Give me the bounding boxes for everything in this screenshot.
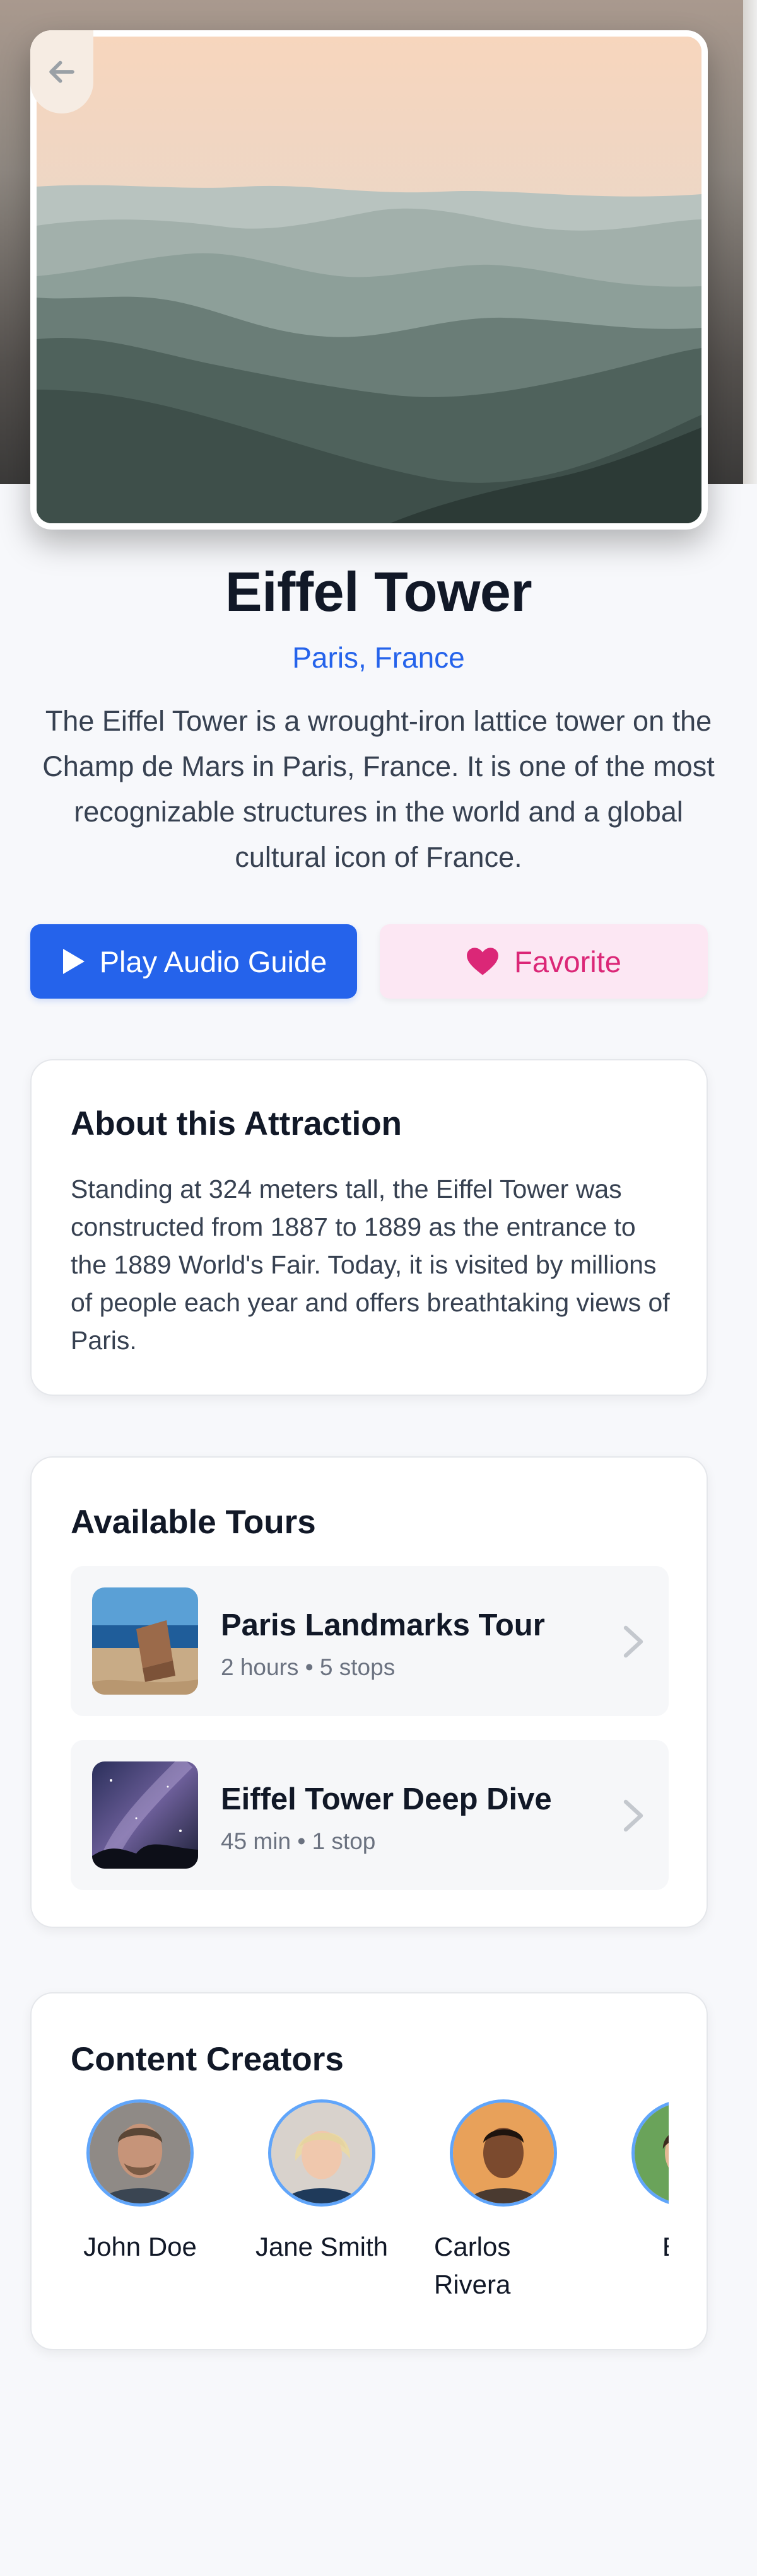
hero-image: [30, 30, 708, 530]
creator-name: Jane Smith: [255, 2232, 389, 2261]
tours-heading: Available Tours: [71, 1504, 316, 1541]
play-audio-guide-button[interactable]: Play Audio Guide: [30, 924, 357, 999]
creator-emi[interactable]: Emi: [616, 2099, 669, 2266]
back-button[interactable]: [30, 30, 93, 113]
chevron-right-icon: [623, 1625, 643, 1658]
tour-title: Eiffel Tower Deep Dive: [221, 1782, 552, 1816]
tour-title: Paris Landmarks Tour: [221, 1608, 545, 1642]
night-sky-image: [92, 1761, 198, 1869]
person-photo: [271, 2103, 372, 2203]
about-body: Standing at 324 meters tall, the Eiffel …: [71, 1175, 670, 1355]
tour-item-eiffel-deep-dive[interactable]: Eiffel Tower Deep Dive 45 min • 1 stop: [71, 1740, 669, 1890]
person-photo: [90, 2103, 191, 2203]
beach-chair-image: [92, 1587, 198, 1695]
tours-card: Available Tours Paris Landmarks Tour 2 h…: [30, 1456, 708, 1928]
creator-carlos-rivera[interactable]: Carlos Rivera: [434, 2099, 573, 2304]
about-heading: About this Attraction: [71, 1105, 402, 1142]
creators-card: Content Creators John Doe Jane Smith Car…: [30, 1992, 708, 2350]
favorite-button[interactable]: Favorite: [380, 924, 708, 999]
play-icon: [62, 949, 85, 974]
person-photo: [635, 2103, 669, 2203]
avatar: [86, 2099, 194, 2207]
tour-thumbnail: [92, 1761, 198, 1869]
avatar: [631, 2099, 669, 2207]
creators-scroller[interactable]: John Doe Jane Smith Carlos Rivera: [71, 1993, 669, 2349]
tour-meta: 45 min • 1 stop: [221, 1828, 376, 1854]
attraction-title: Eiffel Tower: [225, 560, 532, 623]
heart-icon: [467, 948, 499, 975]
arrow-left-icon: [49, 61, 74, 83]
about-card: About this Attraction Standing at 324 me…: [30, 1059, 708, 1396]
play-audio-guide-label: Play Audio Guide: [99, 944, 327, 978]
attraction-location: Paris, France: [292, 641, 465, 674]
attraction-description: The Eiffel Tower is a wrought-iron latti…: [42, 705, 715, 873]
mountain-landscape-image: [37, 37, 701, 523]
avatar: [268, 2099, 375, 2207]
tour-meta: 2 hours • 5 stops: [221, 1654, 396, 1680]
favorite-label: Favorite: [514, 944, 621, 978]
creator-jane-smith[interactable]: Jane Smith: [252, 2099, 391, 2266]
tour-thumbnail: [92, 1587, 198, 1695]
creator-name: John Doe: [83, 2232, 197, 2261]
creator-name: Carlos Rivera: [434, 2232, 511, 2299]
creator-name: Emi: [616, 2228, 669, 2266]
action-buttons: Play Audio Guide Favorite: [30, 924, 708, 999]
tour-item-paris-landmarks[interactable]: Paris Landmarks Tour 2 hours • 5 stops: [71, 1566, 669, 1716]
creator-john-doe[interactable]: John Doe: [71, 2099, 209, 2266]
chevron-right-icon: [623, 1799, 643, 1832]
avatar: [450, 2099, 557, 2207]
person-photo: [453, 2103, 554, 2203]
